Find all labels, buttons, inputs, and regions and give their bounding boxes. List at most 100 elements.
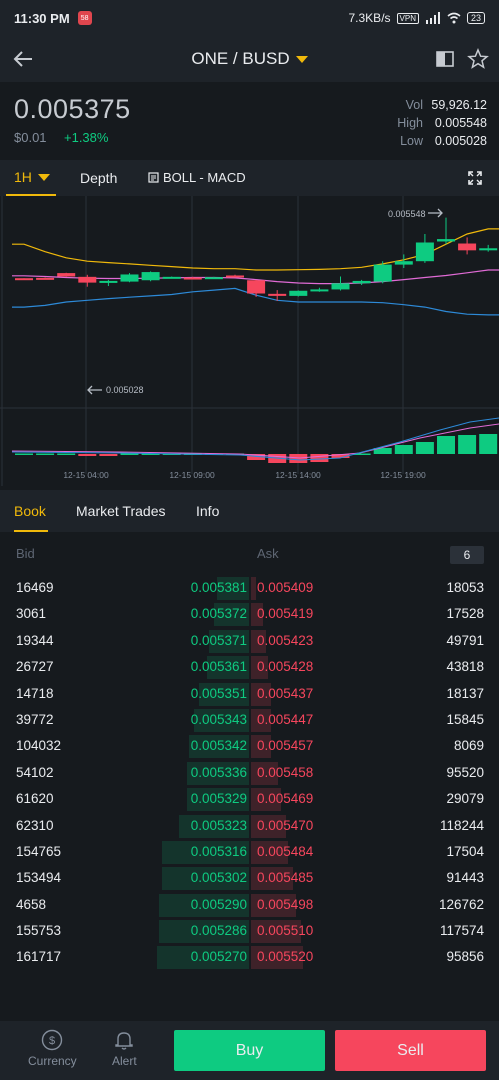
status-bar: 11:30 PM 58 7.3KB/s VPN 23 [0,0,499,36]
macd-bar [289,454,308,463]
depth-selector[interactable]: 6 [450,546,484,564]
bid-price[interactable]: 0.005270 [191,949,247,964]
bid-price[interactable]: 0.005329 [191,791,247,806]
macd-bar [310,454,329,462]
order-book-row[interactable]: 14718 0.005351 0.005437 18137 [0,681,499,707]
ask-qty: 43818 [446,659,484,675]
tab-info[interactable]: Info [196,503,219,519]
ask-price[interactable]: 0.005419 [257,606,313,621]
candle-body [268,293,287,296]
fullscreen-icon[interactable] [467,170,483,186]
bid-qty: 39772 [16,711,54,727]
ask-qty: 8069 [453,738,484,754]
ticker-stats: Vol 59,926.12 High 0.005548 Low 0.005028 [397,96,487,150]
candle-body [479,248,498,251]
ask-price[interactable]: 0.005470 [257,818,313,833]
order-book-row[interactable]: 161717 0.005270 0.005520 95856 [0,944,499,970]
bid-price[interactable]: 0.005351 [191,686,247,701]
ask-price[interactable]: 0.005485 [257,870,313,885]
bid-price[interactable]: 0.005381 [191,580,247,595]
ticker-header: 0.005375 $0.01 +1.38% Vol 59,926.12 High 0… [0,82,499,160]
bid-price[interactable]: 0.005302 [191,870,247,885]
macd-bar [15,453,33,455]
ask-price[interactable]: 0.005428 [257,659,313,674]
order-book-row[interactable]: 26727 0.005361 0.005428 43818 [0,654,499,680]
split-view-icon[interactable] [435,49,455,69]
ask-price[interactable]: 0.005409 [257,580,313,595]
currency-button[interactable]: $ Currency [28,1029,77,1068]
order-book-row[interactable]: 39772 0.005343 0.005447 15845 [0,707,499,733]
x-tick-label: 12-15 04:00 [63,470,109,480]
bid-price[interactable]: 0.005343 [191,712,247,727]
ask-price[interactable]: 0.005469 [257,791,313,806]
bid-price[interactable]: 0.005290 [191,897,247,912]
candle-body [458,243,477,251]
macd-bar [99,454,118,456]
timeframe-selector[interactable]: 1H [14,169,50,185]
order-book-row[interactable]: 54102 0.005336 0.005458 95520 [0,760,499,786]
wifi-icon [447,12,461,24]
ask-price[interactable]: 0.005520 [257,949,313,964]
bid-price[interactable]: 0.005316 [191,844,247,859]
ask-price[interactable]: 0.005447 [257,712,313,727]
order-book-row[interactable]: 4658 0.005290 0.005498 126762 [0,892,499,918]
bid-qty: 61620 [16,791,54,807]
x-tick-label: 12-15 19:00 [380,470,426,480]
ask-price[interactable]: 0.005457 [257,738,313,753]
pair-selector[interactable]: ONE / BUSD [191,49,308,69]
tab-market-trades[interactable]: Market Trades [76,503,165,519]
ask-header: Ask [257,546,279,561]
order-book-row[interactable]: 155753 0.005286 0.005510 117574 [0,918,499,944]
ask-qty: 18053 [446,580,484,595]
ask-price[interactable]: 0.005484 [257,844,313,859]
star-icon[interactable] [467,48,489,70]
order-book-row[interactable]: 3061 0.005372 0.005419 17528 [0,601,499,627]
ask-price[interactable]: 0.005498 [257,897,313,912]
bid-qty: 153494 [16,870,62,886]
order-book-row[interactable]: 104032 0.005342 0.005457 8069 [0,733,499,759]
order-book-row[interactable]: 154765 0.005316 0.005484 17504 [0,839,499,865]
sell-button[interactable]: Sell [335,1030,486,1071]
ask-depth-bar [251,577,256,600]
macd-bar [36,453,55,455]
bid-qty: 104032 [16,738,62,754]
ask-price[interactable]: 0.005437 [257,686,313,701]
chevron-down-icon [295,55,308,63]
vol-label: Vol [405,98,423,112]
ask-qty: 118244 [439,817,484,833]
tab-depth[interactable]: Depth [80,170,117,186]
indicator-icon [148,172,159,183]
order-book-row[interactable]: 19344 0.005371 0.005423 49791 [0,628,499,654]
ask-price[interactable]: 0.005423 [257,633,313,648]
buy-button[interactable]: Buy [174,1030,325,1071]
bid-price[interactable]: 0.005361 [191,659,247,674]
bid-price[interactable]: 0.005371 [191,633,247,648]
bid-price[interactable]: 0.005342 [191,738,247,753]
currency-label: Currency [28,1054,77,1068]
tab-book[interactable]: Book [14,503,46,519]
candle-body [15,278,33,281]
back-arrow-icon[interactable] [10,46,36,72]
order-book-row[interactable]: 61620 0.005329 0.005469 29079 [0,786,499,812]
order-book-row[interactable]: 62310 0.005323 0.005470 118244 [0,813,499,839]
ask-price[interactable]: 0.005458 [257,765,313,780]
indicator-label: BOLL - MACD [163,170,246,185]
macd-bar [437,436,455,454]
indicator-selector[interactable]: BOLL - MACD [148,170,246,185]
candle-body [36,277,55,280]
bell-icon [115,1032,134,1050]
chart-svg: 0.005548 0.005028 12-15 04:00 12-15 09:00 12… [0,196,499,486]
ask-price[interactable]: 0.005510 [257,923,313,938]
bid-price[interactable]: 0.005286 [191,923,247,938]
candle-body [141,272,160,281]
bid-price[interactable]: 0.005323 [191,818,247,833]
bid-price[interactable]: 0.005336 [191,765,247,780]
alert-button[interactable]: Alert [112,1029,137,1068]
svg-text:$: $ [49,1035,55,1047]
bid-price[interactable]: 0.005372 [191,606,247,621]
ask-qty: 18137 [446,685,484,701]
kline-chart[interactable]: 0.005548 0.005028 12-15 04:00 12-15 09:00 12… [0,196,499,486]
order-book-row[interactable]: 153494 0.005302 0.005485 91443 [0,865,499,891]
macd-bar [394,445,413,454]
order-book-row[interactable]: 16469 0.005381 0.005409 18053 [0,575,499,601]
